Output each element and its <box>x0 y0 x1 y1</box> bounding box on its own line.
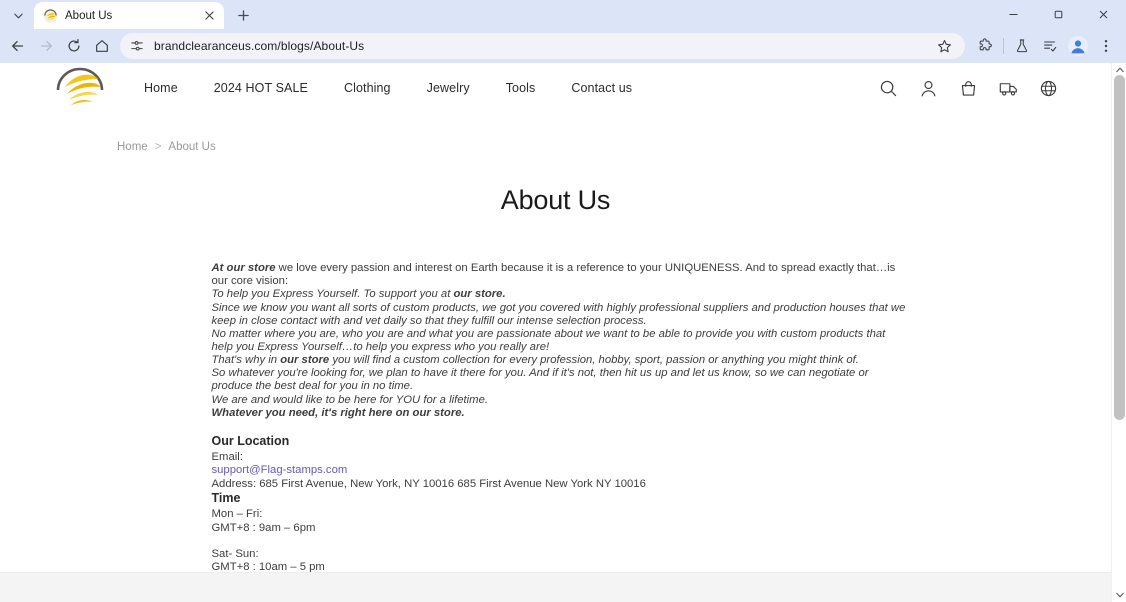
reading-list-button[interactable] <box>1036 32 1064 60</box>
site-settings-icon[interactable] <box>128 37 146 55</box>
scroll-down-arrow-icon <box>1115 592 1124 598</box>
article-p1-bold: At our store <box>211 262 276 274</box>
nav-item-hot-sale[interactable]: 2024 HOT SALE <box>196 75 326 101</box>
plus-icon <box>237 9 249 21</box>
scroll-up-arrow-icon <box>1115 67 1124 73</box>
browser-window: About Us brandclearanceus.com/blogs/Abou… <box>0 0 1126 602</box>
browser-toolbar: brandclearanceus.com/blogs/About-Us <box>0 29 1126 63</box>
shopping-bag-icon[interactable] <box>957 77 979 99</box>
site-header: Home 2024 HOT SALE Clothing Jewelry Tool… <box>0 63 1111 113</box>
weekend-label: Sat- Sun: <box>211 548 259 561</box>
web-page: Home 2024 HOT SALE Clothing Jewelry Tool… <box>0 63 1111 602</box>
profile-avatar-icon <box>1067 35 1089 57</box>
scrollbar-thumb[interactable] <box>1114 75 1125 420</box>
order-tracking-truck-icon[interactable] <box>997 77 1019 99</box>
article-p5-pre: That's why in <box>211 354 281 366</box>
article-paragraph-2: To help you Express Yourself. To support… <box>212 288 906 301</box>
back-button[interactable] <box>4 32 32 60</box>
close-icon <box>205 11 214 20</box>
article-paragraph-5: That's why in our store you will find a … <box>212 354 906 367</box>
site-footer <box>0 572 1111 602</box>
reading-list-icon <box>1044 41 1057 52</box>
weekday-hours: GMT+8 : 9am – 6pm <box>211 521 316 534</box>
chevron-down-icon <box>13 13 23 18</box>
nav-item-home[interactable]: Home <box>126 75 196 101</box>
window-controls <box>991 0 1126 29</box>
article-paragraph-4: No matter where you are, who you are and… <box>211 327 886 353</box>
breadcrumb: Home > About Us <box>52 113 1059 153</box>
time-heading: Time <box>211 491 241 506</box>
our-location-heading: Our Location <box>211 434 290 448</box>
tab-title: About Us <box>65 9 113 22</box>
tab-favicon-icon <box>43 8 58 23</box>
close-icon <box>1099 10 1108 19</box>
tab-close-button[interactable] <box>201 7 218 24</box>
article-p5-bold: our store <box>280 354 330 366</box>
email-label: Email: <box>211 451 243 463</box>
three-dot-menu-icon <box>1104 40 1108 52</box>
article-paragraph-3: Since we know you want all sorts of cust… <box>211 301 906 327</box>
puzzle-piece-icon <box>979 38 992 51</box>
url-text: brandclearanceus.com/blogs/About-Us <box>154 39 365 53</box>
account-icon[interactable] <box>917 77 939 99</box>
labs-button[interactable] <box>1008 32 1036 60</box>
browser-menu-button[interactable] <box>1092 32 1120 60</box>
page-title: About Us <box>500 185 611 215</box>
toolbar-divider <box>1003 38 1004 54</box>
address-bar[interactable]: brandclearanceus.com/blogs/About-Us <box>120 33 965 59</box>
breadcrumb-current: About Us <box>168 141 216 153</box>
search-icon[interactable] <box>877 77 899 99</box>
globe-language-icon[interactable] <box>1037 77 1059 99</box>
support-email-link[interactable]: support@Flag-stamps.com <box>212 464 348 477</box>
article-p5-post: you will find a custom collection for ev… <box>329 354 859 366</box>
new-tab-button[interactable] <box>230 2 256 28</box>
about-article: At our store we love every passion and i… <box>206 262 906 575</box>
nav-item-clothing[interactable]: Clothing <box>326 75 409 101</box>
reload-button[interactable] <box>60 32 88 60</box>
tab-strip: About Us <box>0 0 1126 29</box>
minimize-button[interactable] <box>991 0 1036 29</box>
article-p8-bold: Whatever you need, it's right here on ou… <box>211 406 465 419</box>
article-paragraph-6: So whatever you're looking for, we plan … <box>211 367 869 393</box>
arrow-left-icon <box>12 40 24 52</box>
home-icon <box>96 40 108 52</box>
breadcrumb-home-link[interactable]: Home <box>117 141 148 153</box>
hours-spacer <box>212 535 906 548</box>
main-navigation: Home 2024 HOT SALE Clothing Jewelry Tool… <box>126 75 650 101</box>
nav-item-tools[interactable]: Tools <box>488 75 554 101</box>
article-p2-text: To help you Express Yourself. To support… <box>211 288 454 301</box>
tab-search-button[interactable] <box>4 2 32 28</box>
extensions-button[interactable] <box>971 32 999 60</box>
minimize-icon <box>1009 13 1018 16</box>
flask-icon <box>1016 39 1028 53</box>
star-icon <box>937 39 951 52</box>
profile-button[interactable] <box>1066 34 1090 58</box>
article-paragraph-1: At our store we love every passion and i… <box>212 262 906 288</box>
scrollbar-down-button[interactable] <box>1112 588 1126 602</box>
window-close-button[interactable] <box>1081 0 1126 29</box>
article-paragraph-7: We are and would like to be here for YOU… <box>211 393 489 406</box>
brand-logo-icon[interactable] <box>52 65 108 111</box>
header-icon-group <box>877 77 1059 99</box>
arrow-right-icon <box>40 40 52 52</box>
article-p1-rest: we love every passion and interest on Ea… <box>211 262 896 287</box>
breadcrumb-separator: > <box>154 141 162 153</box>
article-paragraph-8: Whatever you need, it's right here on ou… <box>212 407 906 420</box>
forward-button[interactable] <box>32 32 60 60</box>
bookmark-button[interactable] <box>933 35 955 57</box>
address-text: Address: 685 First Avenue, New York, NY … <box>211 477 646 490</box>
page-scrollbar[interactable] <box>1111 63 1126 602</box>
page-content: Home > About Us About Us At our store we… <box>0 113 1111 575</box>
browser-tab[interactable]: About Us <box>34 2 224 29</box>
article-p2-bold: our store. <box>453 288 506 301</box>
maximize-button[interactable] <box>1036 0 1081 29</box>
home-button[interactable] <box>88 32 116 60</box>
maximize-icon <box>1054 10 1063 19</box>
page-viewport: Home 2024 HOT SALE Clothing Jewelry Tool… <box>0 63 1126 602</box>
nav-item-jewelry[interactable]: Jewelry <box>409 75 488 101</box>
weekday-label: Mon – Fri: <box>211 508 263 521</box>
reload-icon <box>68 38 80 52</box>
nav-item-contact-us[interactable]: Contact us <box>553 75 650 101</box>
